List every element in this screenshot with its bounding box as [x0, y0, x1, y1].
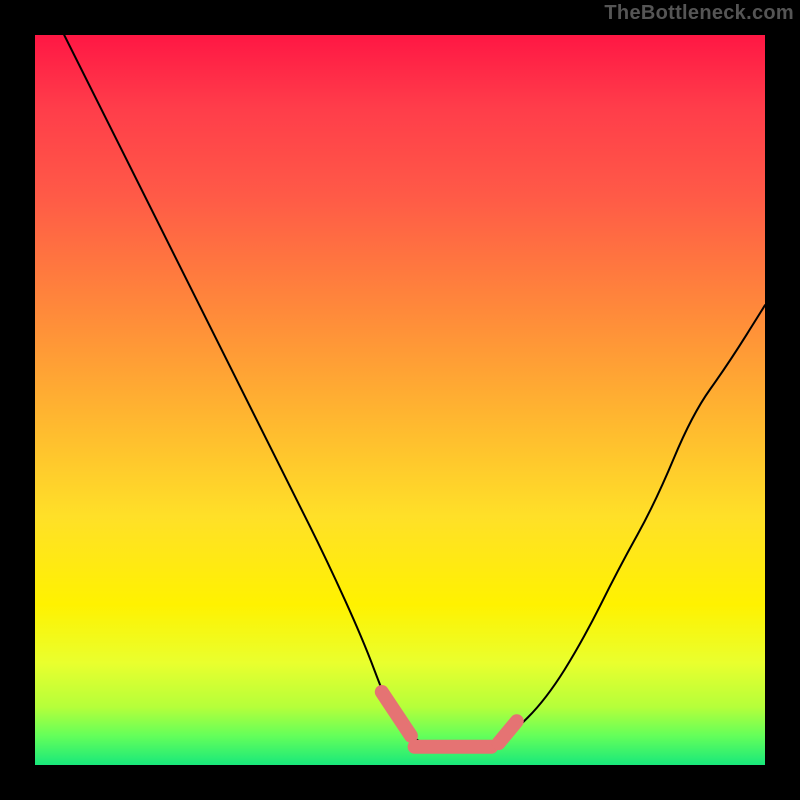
plot-area	[35, 35, 765, 765]
watermark-text: TheBottleneck.com	[604, 2, 794, 25]
chart-stage: TheBottleneck.com	[0, 0, 800, 800]
marker-valley-left-edge	[382, 692, 411, 736]
marker-valley-right-edge	[499, 721, 517, 743]
curve-bottleneck-curve	[64, 35, 765, 750]
bottleneck-chart	[35, 35, 765, 765]
